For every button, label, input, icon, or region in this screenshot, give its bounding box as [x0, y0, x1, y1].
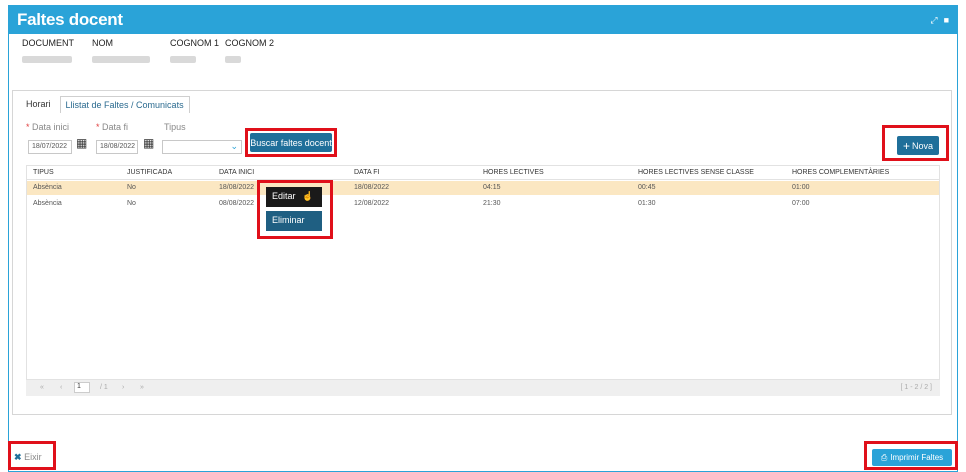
page-total: / 1: [100, 384, 108, 391]
table-header: TIPUS JUSTIFICADA DATA INICI DATA FI HOR…: [27, 166, 939, 180]
exit-label: Eixir: [24, 452, 42, 462]
nom-value-blurred: [92, 56, 150, 63]
col-hores-sense-classe[interactable]: HORES LECTIVES SENSE CLASSE: [638, 169, 754, 176]
date-to-label: * Data fi: [96, 122, 128, 132]
pagination-bar: « ‹ 1 / 1 › » [ 1 - 2 / 2 ]: [26, 380, 940, 396]
cell-hores-lectives: 21:30: [483, 200, 501, 207]
calendar-from-icon[interactable]: ▦: [76, 136, 87, 150]
cell-tipus: Absència: [33, 200, 62, 207]
type-label: Tipus: [164, 122, 186, 132]
tab-llistat-faltes[interactable]: Llistat de Faltes / Comunicats: [59, 96, 190, 113]
required-mark: *: [26, 122, 30, 132]
exit-button[interactable]: ✖ Eixir: [14, 452, 42, 463]
window-title: Faltes docent: [17, 10, 123, 29]
cell-hores-sense-classe: 00:45: [638, 184, 656, 191]
hand-cursor-icon: ☝: [302, 191, 314, 201]
table-row[interactable]: Absència No 18/08/2022 18/08/2022 04:15 …: [27, 181, 939, 195]
teacher-info: DOCUMENT NOM COGNOM 1 COGNOM 2: [12, 38, 954, 78]
date-from-label: * Data inici: [26, 122, 69, 132]
first-page-icon[interactable]: «: [40, 384, 44, 391]
col-data-inici[interactable]: DATA INICI: [219, 169, 254, 176]
type-select[interactable]: ⌄: [162, 140, 242, 154]
required-mark: *: [96, 122, 100, 132]
last-page-icon[interactable]: »: [140, 384, 144, 391]
date-from-label-text: Data inici: [32, 122, 70, 132]
cell-data-inici: 08/08/2022: [219, 200, 255, 207]
plus-icon: +: [902, 138, 910, 153]
nom-label: NOM: [92, 38, 113, 48]
window-controls: ⤢ ■: [930, 15, 949, 26]
cell-justificada: No: [127, 200, 136, 207]
cognom2-value-blurred: [225, 56, 241, 63]
cognom2-label: COGNOM 2: [225, 38, 275, 48]
maximize-icon[interactable]: ⤢: [930, 15, 937, 26]
search-faltes-button[interactable]: Buscar faltes docent: [250, 133, 332, 152]
date-from-input[interactable]: 18/07/2022: [28, 140, 72, 154]
context-edit-item[interactable]: Editar ☝: [266, 187, 322, 207]
cognom1-column: COGNOM 1: [170, 38, 219, 63]
cell-hores-complementaries: 07:00: [792, 200, 810, 207]
table-row[interactable]: Absència No 08/08/2022 12/08/2022 21:30 …: [27, 197, 939, 211]
date-to-input[interactable]: 18/08/2022: [96, 140, 138, 154]
date-to-label-text: Data fi: [102, 122, 129, 132]
cell-justificada: No: [127, 184, 136, 191]
faltes-table: TIPUS JUSTIFICADA DATA INICI DATA FI HOR…: [26, 165, 940, 380]
record-range: [ 1 - 2 / 2 ]: [900, 384, 932, 391]
page-number-input[interactable]: 1: [74, 382, 90, 393]
cell-hores-lectives: 04:15: [483, 184, 501, 191]
tab-horari[interactable]: Horari: [21, 96, 56, 113]
col-hores-lectives[interactable]: HORES LECTIVES: [483, 169, 544, 176]
tab-bar: Horari Llistat de Faltes / Comunicats: [21, 96, 190, 113]
new-button-label: Nova: [912, 140, 934, 151]
col-justificada[interactable]: JUSTIFICADA: [127, 169, 172, 176]
document-value-blurred: [22, 56, 72, 63]
title-bar: Faltes docent ⤢ ■: [9, 6, 957, 34]
cognom1-label: COGNOM 1: [170, 38, 220, 48]
close-x-icon: ✖: [14, 452, 22, 462]
chevron-down-icon: ⌄: [230, 141, 238, 151]
print-label: Imprimir Faltes: [890, 453, 944, 462]
calendar-to-icon[interactable]: ▦: [143, 136, 154, 150]
col-data-fi[interactable]: DATA FI: [354, 169, 379, 176]
document-column: DOCUMENT: [22, 38, 74, 63]
close-icon[interactable]: ■: [944, 15, 949, 26]
document-label: DOCUMENT: [22, 38, 74, 48]
next-page-icon[interactable]: ›: [122, 384, 124, 391]
col-tipus[interactable]: TIPUS: [33, 169, 54, 176]
print-faltes-button[interactable]: ⎙ Imprimir Faltes: [872, 449, 952, 466]
cell-data-fi: 18/08/2022: [354, 184, 390, 191]
cognom1-value-blurred: [170, 56, 196, 63]
new-button[interactable]: + Nova: [897, 136, 939, 155]
context-edit-label: Editar: [272, 191, 296, 201]
printer-icon: ⎙: [880, 452, 888, 462]
cell-data-fi: 12/08/2022: [354, 200, 390, 207]
nom-column: NOM: [92, 38, 150, 63]
context-delete-item[interactable]: Eliminar: [266, 211, 322, 231]
cell-hores-sense-classe: 01:30: [638, 200, 656, 207]
cell-tipus: Absència: [33, 184, 62, 191]
prev-page-icon[interactable]: ‹: [60, 384, 62, 391]
col-hores-complementaries[interactable]: HORES COMPLEMENTÀRIES: [792, 169, 889, 176]
cell-data-inici: 18/08/2022: [219, 184, 255, 191]
cognom2-column: COGNOM 2: [225, 38, 274, 63]
cell-hores-complementaries: 01:00: [792, 184, 810, 191]
